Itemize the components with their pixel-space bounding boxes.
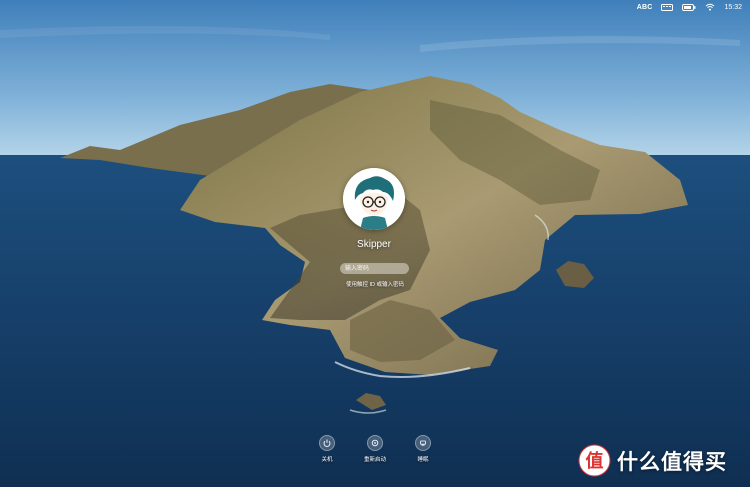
sleep-label: 睡眠: [417, 457, 429, 463]
smzdm-logo-icon: 值: [578, 444, 611, 477]
battery-icon[interactable]: [682, 3, 696, 11]
shut-down-label: 关机: [321, 457, 333, 463]
keyboard-layout-icon[interactable]: [661, 3, 674, 11]
restart-label: 重新启动: [363, 457, 386, 463]
user-account[interactable]: Skipper: [334, 168, 414, 250]
svg-text:值: 值: [586, 450, 604, 472]
input-source-indicator[interactable]: ABC: [637, 4, 653, 11]
wifi-icon[interactable]: [705, 3, 715, 11]
sleep-button[interactable]: 睡眠: [405, 435, 441, 463]
status-bar: ABC 15:32: [637, 0, 750, 14]
restart-button[interactable]: 重新启动: [357, 435, 393, 463]
shut-down-button[interactable]: 关机: [309, 435, 345, 463]
watermark-text: 什么值得买: [617, 450, 727, 474]
clock: 15:32: [724, 3, 742, 11]
avatar[interactable]: [343, 168, 405, 230]
power-icon: [319, 435, 335, 451]
user-name: Skipper: [357, 239, 391, 250]
watermark: 值 什么值得买: [578, 444, 727, 477]
restart-icon: [367, 435, 383, 451]
touch-id-hint: 使用触控 ID 或输入密码: [345, 282, 405, 288]
sleep-icon: [415, 435, 431, 451]
password-field[interactable]: [340, 263, 409, 274]
